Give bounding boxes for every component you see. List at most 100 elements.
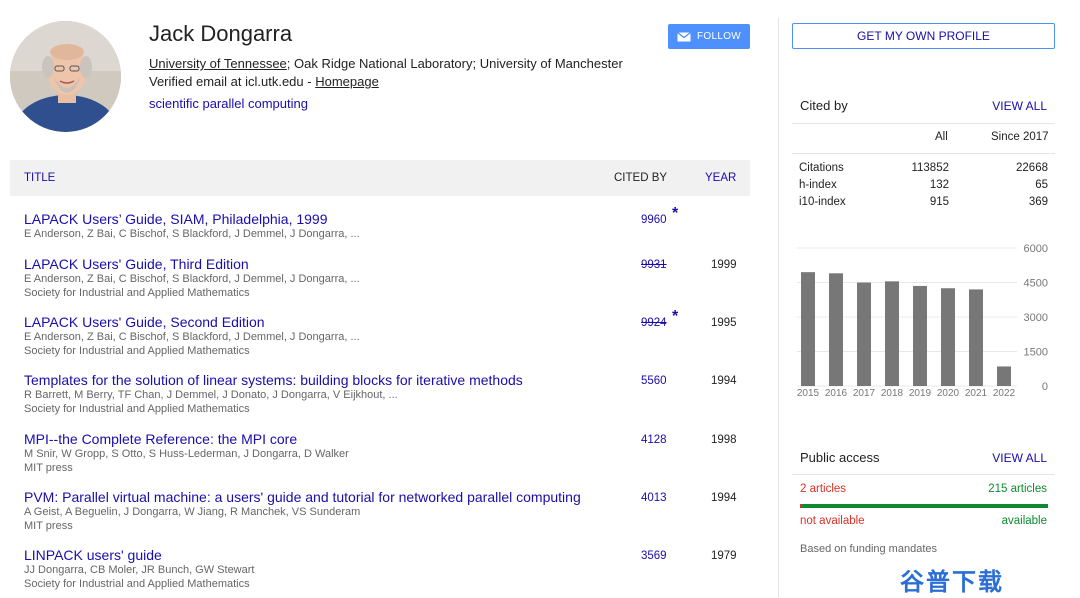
x-tick-label: 2016	[825, 388, 848, 399]
publication-title[interactable]: LAPACK Users' Guide, Third Edition	[24, 256, 249, 272]
cited-by-count[interactable]: 9924	[641, 317, 667, 329]
metric-label: Citations	[799, 162, 844, 174]
citation-bar-2019[interactable]	[913, 285, 927, 386]
publication-year: 1994	[711, 492, 737, 504]
profile-email: Verified email at icl.utk.edu - Homepage	[149, 74, 379, 89]
publication-year: 1998	[711, 434, 737, 446]
citation-bar-2016[interactable]	[829, 273, 843, 386]
publication-year: 1994	[711, 375, 737, 387]
y-tick-label: 6000	[1024, 243, 1048, 255]
publication-title[interactable]: PVM: Parallel virtual machine: a users' …	[24, 489, 581, 505]
metric-all: 915	[929, 196, 949, 208]
public-access-view-all[interactable]: VIEW ALL	[992, 451, 1047, 465]
metric-all: 113852	[911, 162, 949, 174]
publication-title[interactable]: LAPACK Users' Guide, Second Edition	[24, 314, 265, 330]
follow-button[interactable]: FOLLOW	[668, 24, 750, 49]
publication-title[interactable]: LINPACK users' guide	[24, 547, 162, 563]
x-tick-label: 2017	[853, 388, 876, 399]
publication-year: 1979	[711, 550, 737, 562]
citation-bar-2018[interactable]	[885, 281, 899, 386]
publication-venue: MIT press	[24, 520, 73, 532]
publication-venue: Society for Industrial and Applied Mathe…	[24, 345, 250, 357]
available-count[interactable]: 215 articles	[988, 483, 1047, 495]
homepage-link[interactable]: Homepage	[315, 74, 379, 89]
x-tick-label: 2019	[909, 388, 932, 399]
not-available-count[interactable]: 2 articles	[800, 483, 846, 495]
publication-venue: Society for Industrial and Applied Mathe…	[24, 287, 250, 299]
envelope-icon	[677, 31, 691, 41]
profile-avatar	[10, 21, 121, 132]
sort-by-title[interactable]: TITLE	[24, 172, 55, 184]
divider	[792, 474, 1055, 475]
affiliation-rest: ; Oak Ridge National Laboratory; Univers…	[286, 56, 623, 71]
cited-by-count[interactable]: 4013	[641, 492, 667, 504]
publication-authors: R Barrett, M Berry, TF Chan, J Demmel, J…	[24, 389, 398, 401]
profile-name: Jack Dongarra	[149, 21, 293, 46]
publication-title[interactable]: MPI--the Complete Reference: the MPI cor…	[24, 431, 297, 447]
cited-by-title: Cited by	[800, 98, 848, 113]
publication-year: 1999	[711, 259, 737, 271]
cited-by-count[interactable]: 5560	[641, 375, 667, 387]
publication-authors: M Snir, W Gropp, S Otto, S Huss-Lederman…	[24, 448, 349, 460]
y-tick-label: 0	[1042, 381, 1048, 393]
metric-since: 65	[1035, 179, 1048, 191]
x-tick-label: 2022	[993, 388, 1016, 399]
watermark-logo: 谷普下载	[900, 568, 1004, 596]
x-tick-label: 2018	[881, 388, 904, 399]
publication-authors: JJ Dongarra, CB Moler, JR Bunch, GW Stew…	[24, 564, 255, 576]
publication-venue: Society for Industrial and Applied Mathe…	[24, 578, 250, 590]
publication-venue: MIT press	[24, 462, 73, 474]
merged-citation-star[interactable]: *	[672, 205, 678, 223]
email-text: Verified email at icl.utk.edu -	[149, 74, 316, 89]
affiliation-link[interactable]: University of Tennessee	[149, 56, 287, 71]
col-since-header: Since 2017	[991, 131, 1049, 143]
metric-since: 369	[1028, 196, 1048, 208]
citation-bar-2020[interactable]	[941, 288, 955, 386]
research-interest-link[interactable]: scientific parallel computing	[149, 96, 308, 111]
not-available-segment	[800, 504, 802, 508]
x-tick-label: 2020	[937, 388, 960, 399]
profile-affiliation: University of Tennessee; Oak Ridge Natio…	[149, 56, 623, 71]
y-tick-label: 1500	[1024, 347, 1048, 359]
cited-by-count[interactable]: 4128	[641, 434, 667, 446]
sort-by-year[interactable]: YEAR	[705, 172, 736, 184]
divider	[792, 123, 1055, 124]
cited-by-count[interactable]: 9931	[641, 259, 667, 271]
cited-by-view-all[interactable]: VIEW ALL	[992, 99, 1047, 113]
citation-bar-2022[interactable]	[997, 366, 1011, 386]
x-tick-label: 2021	[965, 388, 988, 399]
cited-by-count[interactable]: 9960	[641, 214, 667, 226]
public-access-title: Public access	[800, 450, 880, 465]
x-tick-label: 2015	[797, 388, 820, 399]
sort-by-cited[interactable]: CITED BY	[614, 172, 667, 184]
publication-authors: E Anderson, Z Bai, C Bischof, S Blackfor…	[24, 273, 360, 285]
available-label: available	[1001, 515, 1047, 527]
publication-year: 1995	[711, 317, 737, 329]
publication-authors: A Geist, A Beguelin, J Dongarra, W Jiang…	[24, 506, 361, 518]
citation-bar-2015[interactable]	[801, 272, 815, 386]
public-access-bar	[800, 504, 1048, 508]
column-divider	[778, 18, 779, 598]
col-all-header: All	[935, 131, 948, 143]
citation-bar-2021[interactable]	[969, 289, 983, 386]
metric-label: h-index	[799, 179, 837, 191]
cited-by-count[interactable]: 3569	[641, 550, 667, 562]
citation-bar-2017[interactable]	[857, 282, 871, 387]
get-my-own-profile-button[interactable]: GET MY OWN PROFILE	[792, 23, 1055, 49]
metric-label: i10-index	[799, 196, 846, 208]
y-tick-label: 4500	[1024, 278, 1048, 290]
y-tick-label: 3000	[1024, 312, 1048, 324]
metric-all: 132	[929, 179, 949, 191]
publication-venue: Society for Industrial and Applied Mathe…	[24, 403, 250, 415]
metric-since: 22668	[1016, 162, 1048, 174]
funding-mandates-note: Based on funding mandates	[800, 543, 937, 555]
follow-label: FOLLOW	[696, 31, 742, 42]
divider	[792, 153, 1055, 154]
publication-authors: E Anderson, Z Bai, C Bischof, S Blackfor…	[24, 331, 360, 343]
publications-table-header: TITLE CITED BY YEAR	[10, 160, 750, 196]
publication-authors: E Anderson, Z Bai, C Bischof, S Blackfor…	[24, 228, 360, 240]
publication-title[interactable]: Templates for the solution of linear sys…	[24, 372, 523, 388]
merged-citation-star[interactable]: *	[672, 308, 678, 326]
citations-per-year-chart: 6000 4500 3000 1500 0 2015 2016 2017 2018 2019 202…	[797, 243, 1048, 399]
publication-title[interactable]: LAPACK Users’ Guide, SIAM, Philadelphia,…	[24, 211, 328, 227]
